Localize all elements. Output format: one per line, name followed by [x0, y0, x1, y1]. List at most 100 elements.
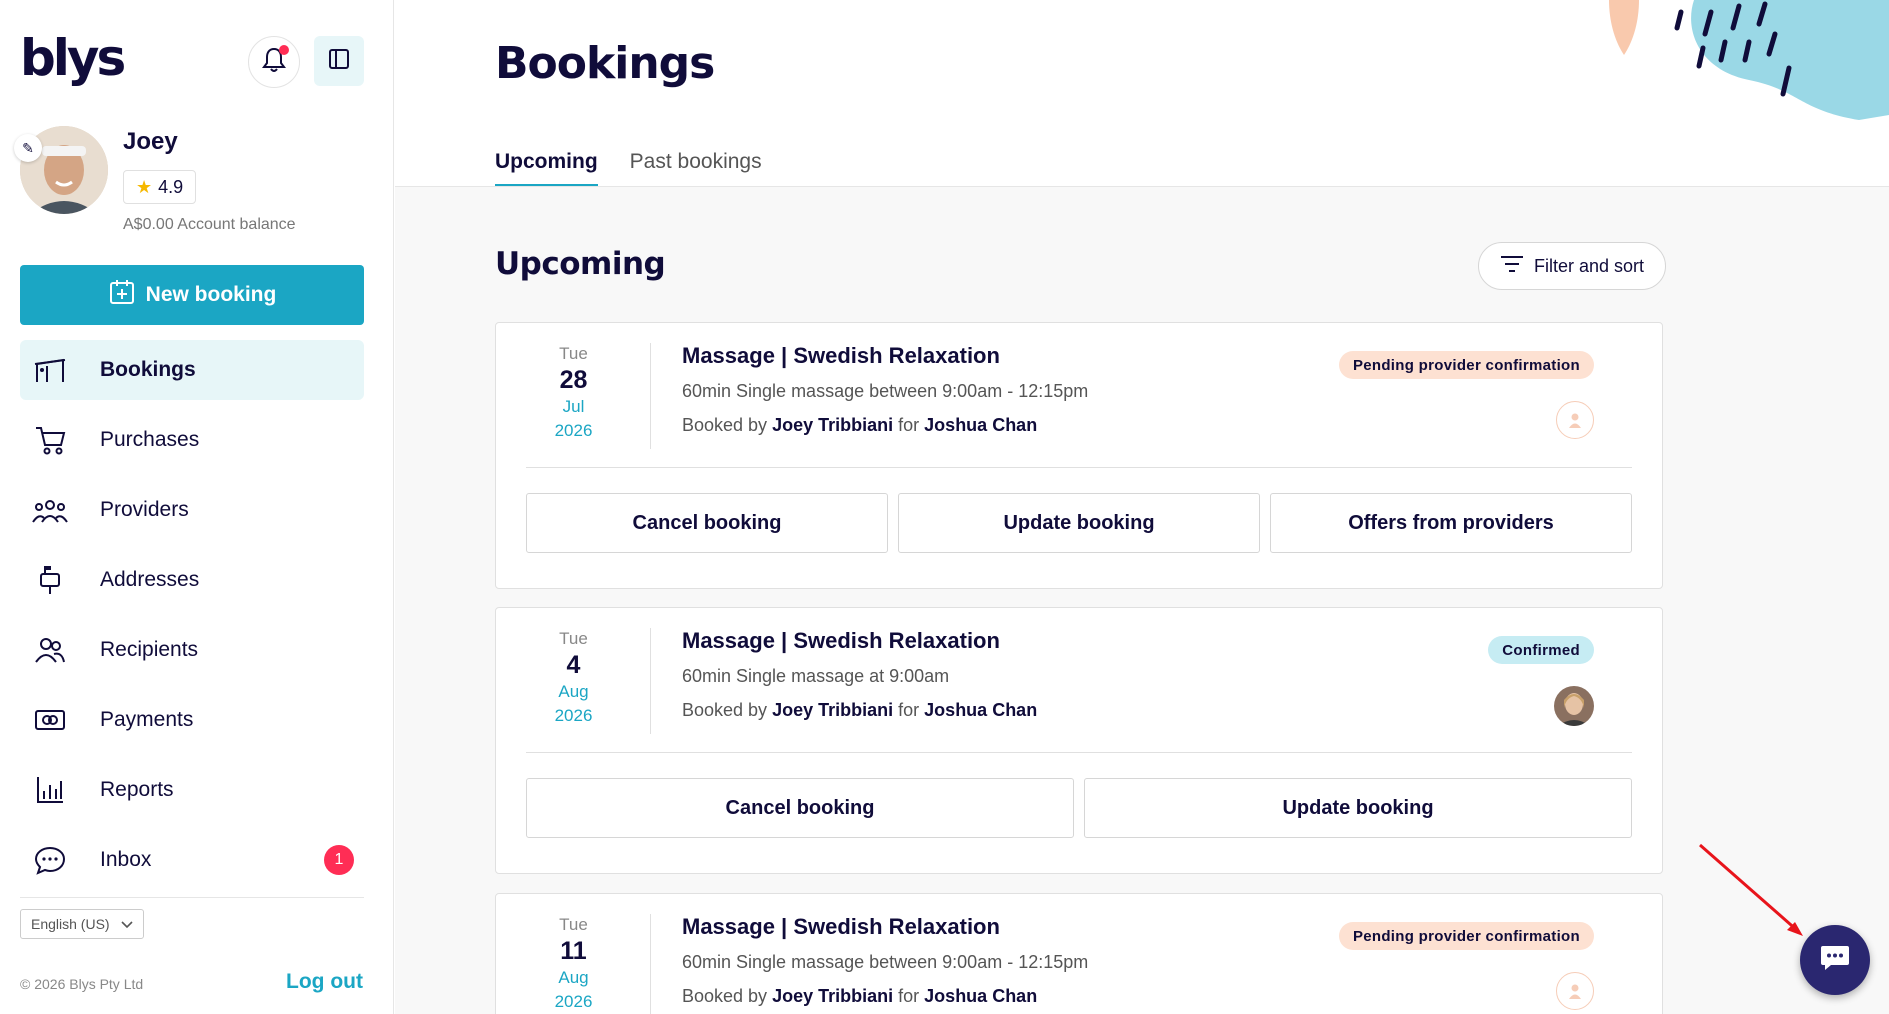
cancel-booking-button[interactable]: Cancel booking: [526, 493, 888, 553]
status-badge: Confirmed: [1488, 636, 1594, 664]
sidebar-item-addresses[interactable]: Addresses: [20, 550, 364, 610]
booking-month: Aug: [558, 968, 589, 987]
divider: [20, 897, 364, 898]
toggle-sidebar-button[interactable]: [314, 36, 364, 86]
for-word: for: [898, 700, 920, 720]
edit-avatar-button[interactable]: ✎: [14, 134, 42, 162]
divider: [526, 752, 1632, 753]
booking-booked-by: Booked by Joey Tribbiani for Joshua Chan: [682, 986, 1037, 1007]
update-booking-button[interactable]: Update booking: [1084, 778, 1632, 838]
booking-weekday: Tue: [559, 344, 588, 363]
providers-icon: [30, 493, 70, 527]
language-select[interactable]: English (US): [20, 909, 144, 939]
booking-year: 2026: [554, 421, 593, 440]
section-title: Upcoming: [495, 246, 666, 282]
language-value: English (US): [31, 916, 110, 932]
booked-by-prefix: Booked by: [682, 415, 768, 435]
cart-icon: [30, 423, 70, 457]
new-booking-button[interactable]: New booking: [20, 265, 364, 325]
address-icon: [30, 563, 70, 597]
booking-actions: Cancel booking Update booking: [526, 778, 1632, 838]
status-badge: Pending provider confirmation: [1338, 922, 1594, 950]
booking-card: Tue 11 Aug 2026 Massage | Swedish Relaxa…: [495, 893, 1663, 1014]
booking-year: 2026: [554, 992, 593, 1011]
account-balance: A$0.00 Account balance: [123, 216, 296, 233]
sidebar-item-bookings[interactable]: Bookings: [20, 340, 364, 400]
tab-past-bookings[interactable]: Past bookings: [630, 150, 762, 188]
sidebar-item-recipients[interactable]: Recipients: [20, 620, 364, 680]
booking-actions: Cancel booking Update booking Offers fro…: [526, 493, 1632, 553]
booked-by-prefix: Booked by: [682, 986, 768, 1006]
main-content: Bookings Upcoming Past bookings Upcoming…: [395, 0, 1889, 1014]
booking-day: 4: [566, 651, 581, 679]
booking-booked-by: Booked by Joey Tribbiani for Joshua Chan: [682, 700, 1037, 721]
sidebar-item-payments[interactable]: Payments: [20, 690, 364, 750]
logout-link[interactable]: Log out: [286, 970, 363, 994]
sidebar-item-label: Addresses: [100, 568, 200, 591]
provider-avatar[interactable]: [1554, 686, 1594, 726]
booking-service-title[interactable]: Massage | Swedish Relaxation: [682, 343, 1000, 369]
divider: [650, 914, 651, 1014]
sidebar-nav: Bookings Purchases Providers Addresses R…: [20, 340, 364, 900]
reports-icon: [30, 773, 70, 807]
copyright: © 2026 Blys Pty Ltd: [20, 976, 144, 992]
sidebar-item-purchases[interactable]: Purchases: [20, 410, 364, 470]
for-word: for: [898, 415, 920, 435]
chat-icon: [30, 843, 70, 877]
cancel-booking-button[interactable]: Cancel booking: [526, 778, 1074, 838]
tab-upcoming[interactable]: Upcoming: [495, 150, 598, 188]
page-title: Bookings: [495, 38, 715, 89]
bookings-icon: [30, 353, 70, 387]
sidebar-item-label: Reports: [100, 778, 174, 801]
booking-card: Tue 4 Aug 2026 Massage | Swedish Relaxat…: [495, 607, 1663, 874]
calendar-plus-icon: [108, 278, 136, 312]
divider: [650, 343, 651, 449]
sidebar-item-label: Payments: [100, 708, 194, 731]
chat-bubble-icon: [1820, 944, 1850, 977]
offers-from-providers-button[interactable]: Offers from providers: [1270, 493, 1632, 553]
chevron-down-icon: [121, 916, 133, 932]
booked-by-prefix: Booked by: [682, 700, 768, 720]
update-booking-button[interactable]: Update booking: [898, 493, 1260, 553]
booked-by-name: Joey Tribbiani: [772, 986, 894, 1006]
new-booking-label: New booking: [145, 283, 277, 306]
sidebar-item-inbox[interactable]: Inbox 1: [20, 830, 364, 890]
rating-value: 4.9: [158, 176, 184, 197]
booking-card: Tue 28 Jul 2026 Massage | Swedish Relaxa…: [495, 322, 1663, 589]
for-word: for: [898, 986, 920, 1006]
booking-details: 60min Single massage between 9:00am - 12…: [682, 952, 1089, 972]
filter-sort-label: Filter and sort: [1533, 255, 1645, 276]
recipient-name: Joshua Chan: [924, 700, 1038, 720]
sidebar-item-reports[interactable]: Reports: [20, 760, 364, 820]
sidebar-item-providers[interactable]: Providers: [20, 480, 364, 540]
sidebar-panel-icon: [328, 48, 350, 75]
recipients-icon: [30, 633, 70, 667]
inbox-count-badge: 1: [324, 845, 354, 875]
booking-day: 28: [559, 366, 588, 394]
notifications-button[interactable]: [248, 36, 300, 88]
booking-date: Tue 11 Aug 2026: [516, 914, 631, 1014]
booking-service-title[interactable]: Massage | Swedish Relaxation: [682, 628, 1000, 654]
booking-date: Tue 4 Aug 2026: [516, 628, 631, 728]
sidebar-item-label: Bookings: [100, 358, 196, 381]
chat-button[interactable]: [1800, 925, 1870, 995]
booking-year: 2026: [554, 706, 593, 725]
content-area: [395, 187, 1889, 1014]
divider: [526, 467, 1632, 468]
booked-by-name: Joey Tribbiani: [772, 700, 894, 720]
booking-day: 11: [560, 937, 587, 965]
divider: [650, 628, 651, 734]
booking-service-title[interactable]: Massage | Swedish Relaxation: [682, 914, 1000, 940]
payments-icon: [30, 703, 70, 737]
booking-date: Tue 28 Jul 2026: [516, 343, 631, 443]
booking-weekday: Tue: [559, 915, 588, 934]
sidebar-item-label: Inbox: [100, 848, 152, 871]
booking-details: 60min Single massage between 9:00am - 12…: [682, 381, 1089, 401]
pencil-icon: ✎: [22, 139, 34, 156]
booked-by-name: Joey Tribbiani: [772, 415, 894, 435]
booking-month: Jul: [562, 397, 585, 416]
blys-logo[interactable]: blys: [20, 28, 126, 88]
user-name: Joey: [123, 128, 178, 155]
booking-details: 60min Single massage at 9:00am: [682, 666, 950, 686]
filter-sort-button[interactable]: Filter and sort: [1478, 242, 1666, 290]
